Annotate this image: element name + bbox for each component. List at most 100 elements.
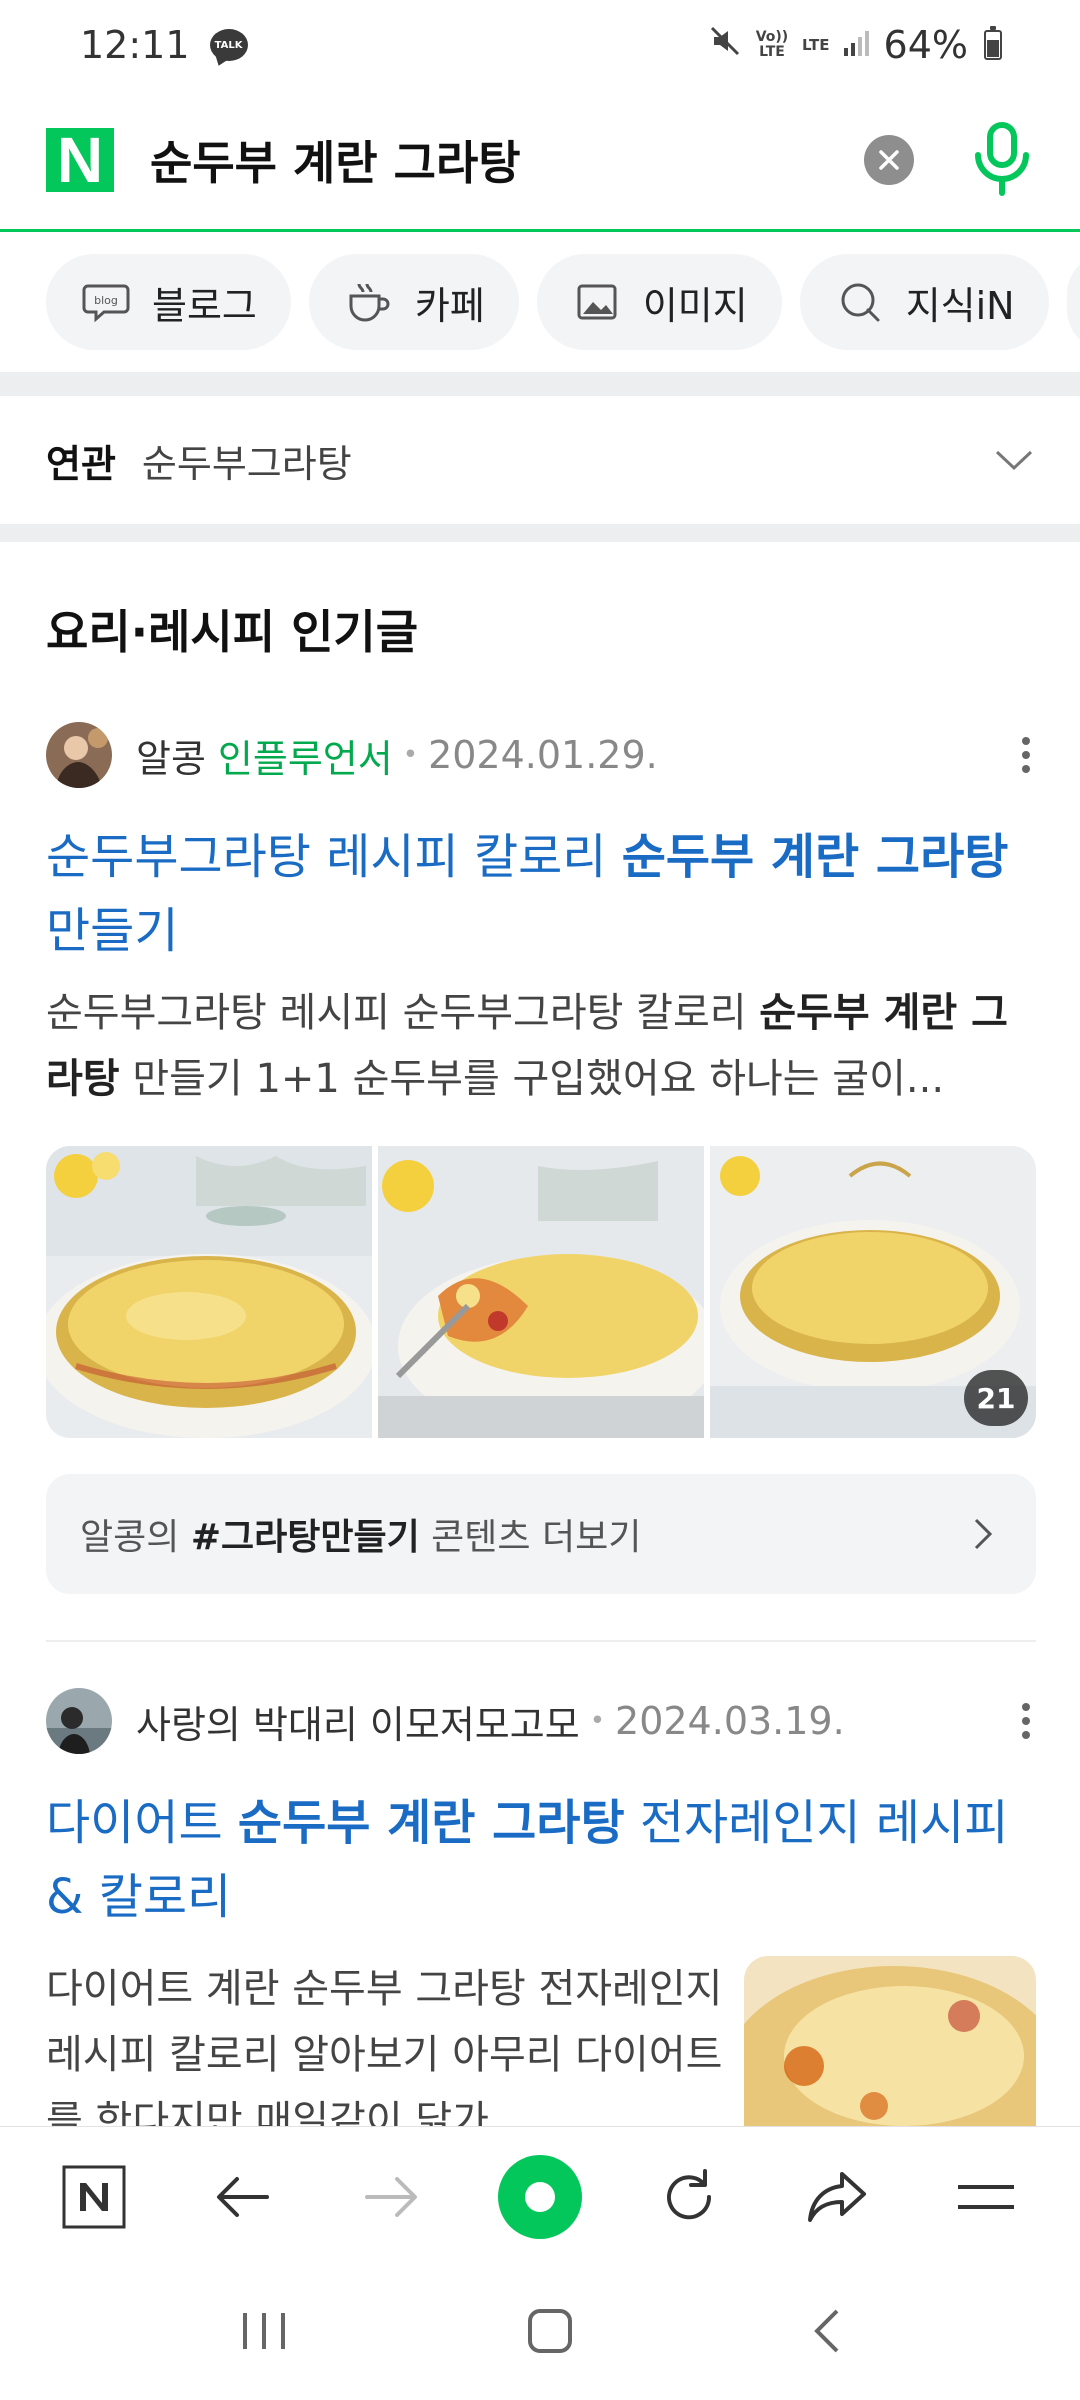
arrow-right-icon	[365, 2176, 418, 2217]
svg-text:blog: blog	[94, 294, 118, 307]
dot-separator: •	[402, 740, 419, 770]
voice-search-button[interactable]	[970, 120, 1034, 200]
naver-home-button[interactable]	[49, 2152, 139, 2242]
post-date: 2024.03.19.	[615, 1699, 845, 1743]
chevron-left-icon	[814, 2309, 839, 2353]
more-content-suffix: 콘텐츠 더보기	[419, 1517, 642, 1558]
post-date: 2024.01.29.	[428, 733, 658, 777]
tab-label: 이미지	[642, 283, 748, 328]
hamburger-menu-icon	[957, 2184, 1014, 2209]
forward-button[interactable]	[346, 2152, 436, 2242]
search-header: N 순두부 계란 그라탕	[0, 90, 1080, 232]
knowledge-icon	[836, 278, 884, 326]
gratin-photo-2[interactable]	[378, 1146, 718, 1438]
image-icon	[573, 278, 621, 326]
status-time: 12:11	[80, 23, 190, 67]
avatar[interactable]	[46, 722, 112, 788]
gratin-photo-1[interactable]	[46, 1146, 376, 1438]
related-searches[interactable]: 연관 순두부그라탕	[0, 396, 1080, 524]
share-button[interactable]	[792, 2152, 882, 2242]
naver-n-icon	[62, 2165, 126, 2228]
section-separator	[0, 524, 1080, 542]
browser-toolbar	[0, 2126, 1080, 2266]
green-dot-button[interactable]	[495, 2152, 585, 2242]
close-icon	[879, 149, 899, 170]
blog-icon: blog	[82, 278, 130, 326]
tab-more-partial[interactable]	[1066, 254, 1080, 350]
section-separator	[0, 372, 1080, 396]
status-right: Vo)) LTE LTE 64%	[708, 23, 1002, 67]
gratin-photo-3[interactable]: 21	[710, 1146, 1036, 1438]
title-text: 순두부그라탕 레시피 칼로리	[46, 829, 622, 885]
post-meta: 알콩 인플루언서 • 2024.01.29.	[46, 720, 1036, 790]
tab-image[interactable]: 이미지	[536, 254, 782, 350]
share-icon	[808, 2171, 867, 2222]
tab-cafe[interactable]: 카페	[308, 254, 519, 350]
battery-fill	[987, 40, 999, 57]
dot-separator: •	[589, 1706, 606, 1736]
post-meta: 사랑의 박대리 이모저모고모 • 2024.03.19.	[46, 1686, 1036, 1756]
related-label: 연관	[46, 441, 116, 486]
recent-apps-icon	[242, 2313, 285, 2349]
back-button[interactable]	[198, 2152, 288, 2242]
battery-percent: 64%	[883, 23, 968, 67]
home-button[interactable]	[526, 2307, 574, 2359]
post-snippet[interactable]: 다이어트 계란 순두부 그라탕 전자레인지 레시피 칼로리 알아보기 아무리 다…	[46, 1956, 726, 2126]
kakaotalk-notification-icon: TALK	[209, 29, 248, 61]
tab-blog[interactable]: blog 블로그	[46, 254, 291, 350]
section-title: 요리·레시피 인기글	[46, 605, 419, 659]
post-thumbnail[interactable]	[744, 1956, 1036, 2136]
refresh-button[interactable]	[644, 2152, 734, 2242]
search-tabs: blog 블로그 카페 이미지 지식iN	[0, 232, 1080, 372]
more-options-icon[interactable]	[1016, 731, 1036, 779]
post-image-gallery[interactable]: 21	[46, 1146, 1036, 1438]
image-count-badge: 21	[964, 1370, 1028, 1426]
tab-knowledge-in[interactable]: 지식iN	[799, 254, 1049, 350]
title-text: 만들기	[46, 903, 179, 959]
clear-search-button[interactable]	[864, 134, 914, 185]
volte-icon: Vo)) LTE	[755, 29, 789, 60]
avatar[interactable]	[46, 1688, 112, 1754]
post-divider	[46, 1640, 1036, 1642]
related-keyword[interactable]: 순두부그라탕	[142, 433, 994, 488]
title-text: 다이어트	[46, 1795, 238, 1851]
influencer-badge: 인플루언서	[217, 736, 393, 781]
post-title-link[interactable]: 순두부그라탕 레시피 칼로리 순두부 계란 그라탕 만들기	[46, 820, 1036, 968]
status-bar: 12:11 TALK Vo)) LTE LTE 64%	[0, 0, 1080, 90]
lte-icon: LTE	[801, 36, 830, 54]
signal-icon	[842, 23, 872, 67]
mute-icon	[708, 23, 742, 67]
more-options-icon[interactable]	[1016, 1697, 1036, 1745]
arrow-left-icon	[216, 2176, 269, 2217]
post-snippet[interactable]: 순두부그라탕 레시피 순두부그라탕 칼로리 순두부 계란 그라탕 만들기 1+1…	[46, 980, 1036, 1112]
more-content-hashtag: #그라탕만들기	[190, 1517, 420, 1558]
author-name[interactable]: 사랑의 박대리 이모저모고모	[136, 1694, 580, 1749]
tab-label: 블로그	[152, 283, 257, 328]
chevron-down-icon[interactable]	[994, 440, 1034, 480]
title-highlight: 순두부 계란 그라탕	[621, 829, 1009, 885]
snippet-text: 다이어트 계란 순두부 그라탕 전자레인지 레시피 칼로리 알아보기 아무리 다…	[46, 1966, 723, 2126]
search-input[interactable]: 순두부 계란 그라탕	[150, 127, 864, 193]
author-name[interactable]: 알콩	[136, 728, 206, 783]
title-highlight: 순두부 계란 그라탕	[237, 1795, 625, 1851]
green-dot-icon	[497, 2154, 582, 2239]
refresh-icon	[666, 2168, 711, 2219]
post-title-link[interactable]: 다이어트 순두부 계란 그라탕 전자레인지 레시피 & 칼로리	[46, 1786, 1036, 1934]
snippet-text: 만들기 1+1 순두부를 구입했어요 하나는 굴이...	[119, 1056, 945, 1102]
more-content-button[interactable]: 알콩의 #그라탕만들기 콘텐츠 더보기	[46, 1474, 1036, 1594]
system-back-button[interactable]	[811, 2307, 841, 2359]
system-navigation-bar	[0, 2266, 1080, 2400]
snippet-text: 순두부그라탕 레시피 순두부그라탕 칼로리	[46, 990, 760, 1036]
cafe-icon	[345, 278, 393, 326]
naver-logo[interactable]: N	[46, 127, 114, 192]
more-content-prefix: 알콩의	[80, 1517, 191, 1558]
tab-label: 카페	[414, 283, 485, 328]
tab-label: 지식iN	[905, 283, 1015, 328]
battery-icon	[984, 26, 1002, 60]
home-square-icon	[527, 2309, 572, 2353]
recent-apps-button[interactable]	[239, 2309, 289, 2357]
menu-button[interactable]	[941, 2152, 1031, 2242]
chevron-right-icon	[972, 1514, 1002, 1554]
microphone-icon	[975, 121, 1029, 196]
more-content-text: 알콩의 #그라탕만들기 콘텐츠 더보기	[80, 1508, 641, 1560]
